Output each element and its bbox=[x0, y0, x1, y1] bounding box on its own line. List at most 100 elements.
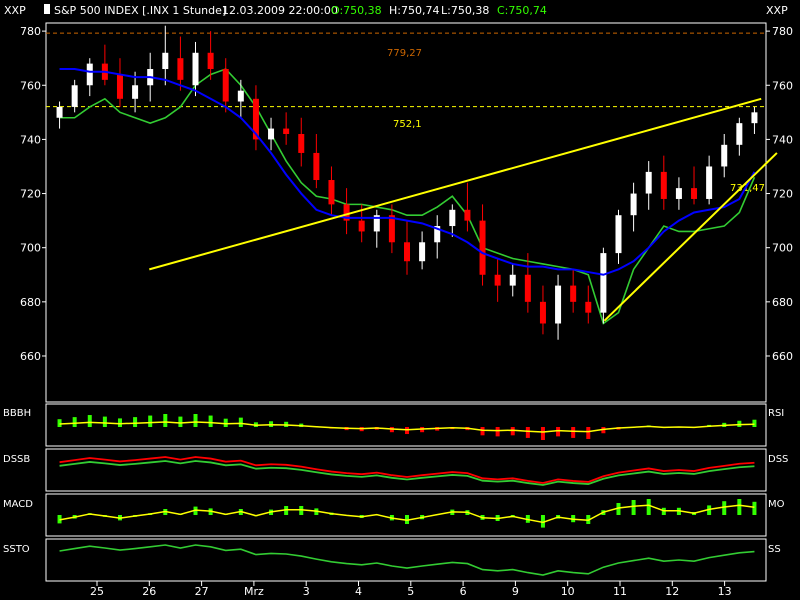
bbbh-bar bbox=[224, 419, 228, 427]
bbbh-bar bbox=[239, 418, 243, 427]
candle-body bbox=[585, 302, 591, 313]
macd-bar bbox=[752, 502, 756, 515]
y-tick-label: 720 bbox=[20, 188, 41, 201]
y-tick-label: 760 bbox=[20, 79, 41, 92]
bbbh-bar bbox=[511, 427, 515, 435]
bbbh-bar bbox=[405, 427, 409, 434]
candle-body bbox=[223, 69, 229, 101]
bbbh-bar bbox=[571, 427, 575, 438]
ssto-line bbox=[60, 545, 755, 575]
open-value: O:750,38 bbox=[331, 4, 382, 17]
x-tick-label: 4 bbox=[355, 585, 362, 598]
bbbh-bar bbox=[163, 414, 167, 427]
panel-label-dssb: DSSB bbox=[3, 454, 30, 465]
candle-body bbox=[706, 166, 712, 198]
candle-body bbox=[268, 129, 274, 140]
candle-body bbox=[721, 145, 727, 167]
panel-label-mo: MO bbox=[768, 499, 785, 510]
bbbh-bar bbox=[148, 416, 152, 427]
x-tick-label: 10 bbox=[561, 585, 575, 598]
y-tick-label: 740 bbox=[772, 133, 793, 146]
x-tick-label: 11 bbox=[613, 585, 627, 598]
candle-body bbox=[540, 302, 546, 324]
candle-body bbox=[177, 58, 183, 80]
x-tick-label: 26 bbox=[142, 585, 156, 598]
x-tick-label: 6 bbox=[460, 585, 467, 598]
y-tick-label: 700 bbox=[772, 242, 793, 255]
level-label-752: 752,1 bbox=[393, 119, 422, 130]
candle-body bbox=[72, 85, 78, 107]
panel-label-ss: SS bbox=[768, 544, 781, 555]
bbbh-bar bbox=[526, 427, 530, 438]
dssb-green-line bbox=[60, 461, 755, 485]
candle-body bbox=[464, 210, 470, 221]
candle-body bbox=[631, 194, 637, 216]
candle-body bbox=[676, 188, 682, 199]
candle-body bbox=[751, 112, 757, 123]
bbbh-bar bbox=[752, 420, 756, 427]
bbbh-bar bbox=[496, 427, 500, 436]
bbbh-bar bbox=[541, 427, 545, 440]
macd-bar bbox=[647, 499, 651, 515]
y-tick-label: 720 bbox=[772, 188, 793, 201]
panel-label-macd: MACD bbox=[3, 499, 33, 510]
x-tick-label: 27 bbox=[195, 585, 209, 598]
candle-body bbox=[661, 172, 667, 199]
trendline bbox=[149, 99, 761, 270]
x-tick-label: 25 bbox=[90, 585, 104, 598]
green-indicator-line bbox=[60, 69, 755, 323]
candle-body bbox=[555, 286, 561, 324]
y-tick-label: 660 bbox=[20, 350, 41, 363]
bbbh-bar bbox=[58, 419, 62, 427]
bbbh-bar bbox=[209, 416, 213, 427]
candle-body bbox=[208, 53, 214, 69]
low-value: L:750,38 bbox=[441, 4, 489, 17]
bbbh-panel bbox=[46, 404, 766, 446]
candle-body bbox=[298, 134, 304, 153]
candle-body bbox=[117, 74, 123, 98]
candle-body bbox=[525, 275, 531, 302]
candle-body bbox=[495, 275, 501, 286]
candle-body bbox=[480, 221, 486, 275]
level-label-779: 779,27 bbox=[387, 48, 422, 59]
macd-bar bbox=[722, 501, 726, 515]
x-tick-label: Mrz bbox=[244, 585, 264, 598]
candle-body bbox=[283, 129, 289, 134]
y-tick-label: 700 bbox=[20, 242, 41, 255]
candle-body bbox=[132, 85, 138, 99]
y-tick-label: 760 bbox=[772, 79, 793, 92]
bbbh-bar bbox=[118, 418, 122, 427]
bar-datetime: 12.03.2009 22:00:00 bbox=[222, 4, 338, 17]
macd-bar bbox=[737, 499, 741, 515]
instrument-name: S&P 500 INDEX [.INX 1 Stunde] bbox=[54, 4, 226, 17]
candle-body bbox=[238, 91, 244, 102]
candle-body bbox=[646, 172, 652, 194]
info-icon bbox=[44, 4, 50, 14]
candle-body bbox=[615, 215, 621, 253]
candle-body bbox=[162, 53, 168, 69]
panel-label-dss: DSS bbox=[768, 454, 788, 465]
candle-body bbox=[736, 123, 742, 145]
x-tick-label: 12 bbox=[665, 585, 679, 598]
candle-body bbox=[449, 210, 455, 226]
bbbh-bar bbox=[178, 417, 182, 427]
candle-body bbox=[193, 53, 199, 85]
y-tick-label: 680 bbox=[772, 296, 793, 309]
candle-body bbox=[404, 242, 410, 261]
candle-body bbox=[328, 180, 334, 204]
y-tick-label: 660 bbox=[772, 350, 793, 363]
candle-body bbox=[87, 64, 93, 86]
bbbh-bar bbox=[481, 427, 485, 435]
main-price-panel bbox=[46, 23, 766, 402]
candle-body bbox=[600, 253, 606, 313]
candle-body bbox=[57, 107, 63, 118]
x-tick-label: 3 bbox=[303, 585, 310, 598]
y-tick-label: 780 bbox=[772, 25, 793, 38]
x-tick-label: 13 bbox=[718, 585, 732, 598]
bbbh-bar bbox=[88, 415, 92, 427]
candle-body bbox=[691, 188, 697, 199]
close-value: C:750,74 bbox=[497, 4, 547, 17]
bbbh-bar bbox=[556, 427, 560, 436]
bbbh-bar bbox=[133, 417, 137, 427]
panel-label-ssto: SSTO bbox=[3, 544, 30, 555]
